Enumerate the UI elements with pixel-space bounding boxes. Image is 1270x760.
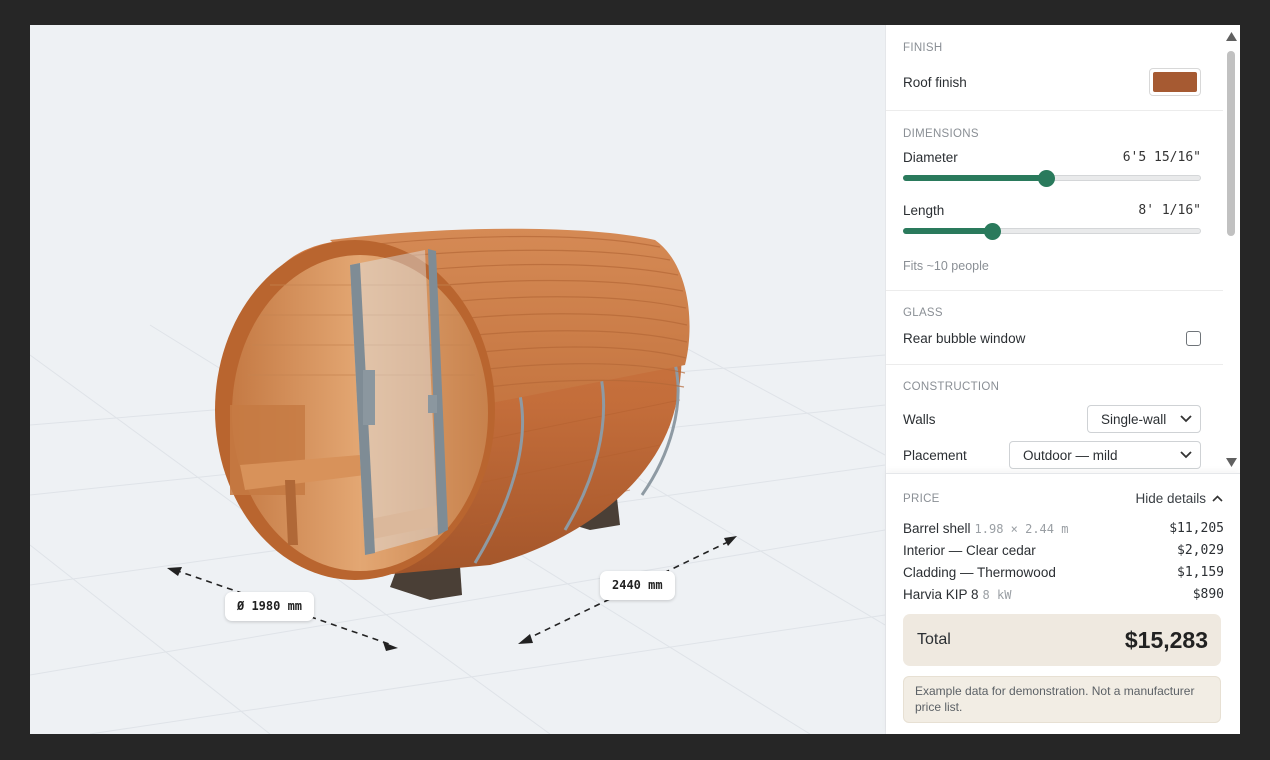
diameter-label: Diameter [903,150,958,165]
length-slider-fill [903,228,993,234]
total-value: $15,283 [1124,626,1208,653]
options-scrollbar[interactable] [1223,25,1240,473]
price-line-item: Interior — Clear cedar $2,029 [886,539,1240,561]
price-line-item: Cladding — Thermowood $1,159 [886,561,1240,583]
hide-details-toggle[interactable]: Hide details [1135,491,1223,506]
price-line-label: Harvia KIP 8 [903,586,979,602]
scrollbar-thumb[interactable] [1227,51,1235,236]
options-panel: FINISH Roof finish DIMENSIONS Diameter 6… [885,25,1240,734]
roof-finish-label: Roof finish [903,74,967,90]
price-summary: PRICE Hide details Barrel shell 1.98 × 2.… [886,473,1240,734]
diameter-slider-thumb[interactable] [1038,170,1056,187]
walls-select-value: Single-wall [1101,411,1167,427]
price-line-amount: $890 [1192,586,1224,602]
scroll-up-arrow-icon[interactable] [1223,30,1240,44]
price-section-title: PRICE [903,492,940,505]
price-line-amount: $11,205 [1169,520,1224,536]
price-line-label: Barrel shell [903,520,971,536]
dimensions-section: DIMENSIONS Diameter 6'5 15/16" Length 8'… [886,111,1223,291]
diameter-dimension-label: Ø 1980 mm [225,592,315,621]
length-value: 8' 1/16" [1138,203,1201,218]
price-line-detail: 1.98 × 2.44 m [974,521,1069,536]
glass-section-title: GLASS [903,307,943,319]
price-line-label: Interior — Clear cedar [903,542,1036,558]
chevron-up-icon [1212,495,1223,502]
length-label: Length [903,203,945,218]
sauna-3d-model[interactable] [30,25,885,734]
construction-section: CONSTRUCTION Walls Single-wall Placement… [886,365,1223,473]
fits-people-hint: Fits ~10 people [903,259,989,273]
sauna-front-face [215,240,495,580]
length-slider-thumb[interactable] [984,223,1002,240]
roof-color-chip [1153,72,1197,92]
total-label: Total [917,631,951,648]
sauna-configurator: Ø 1980 mm 2440 mm FINISH Roof finish DIM… [30,25,1240,734]
rear-window-checkbox[interactable] [1186,331,1201,346]
placement-label: Placement [903,447,967,463]
placement-select-value: Outdoor — mild [1023,447,1118,463]
placement-select[interactable]: Outdoor — mild [1009,441,1201,469]
length-slider[interactable] [903,223,1201,240]
price-line-amount: $2,029 [1177,542,1224,558]
diameter-slider-fill [903,175,1047,181]
options-scroll-area[interactable]: FINISH Roof finish DIMENSIONS Diameter 6… [886,25,1223,473]
demo-data-note: Example data for demonstration. Not a ma… [903,676,1221,723]
finish-section: FINISH Roof finish [886,25,1223,111]
chevron-down-icon [1180,451,1192,459]
dimensions-section-title: DIMENSIONS [903,128,979,140]
walls-select[interactable]: Single-wall [1087,405,1201,433]
walls-label: Walls [903,411,936,427]
3d-viewport[interactable]: Ø 1980 mm 2440 mm [30,25,885,734]
chevron-down-icon [1180,415,1192,423]
price-line-label: Cladding — Thermowood [903,564,1056,580]
finish-section-title: FINISH [903,42,943,54]
price-line-detail: 8 kW [982,587,1012,602]
roof-finish-color-swatch[interactable] [1149,68,1201,96]
length-dimension-label: 2440 mm [600,571,675,600]
rear-window-label: Rear bubble window [903,331,1026,346]
diameter-slider[interactable] [903,170,1201,187]
price-line-item: Harvia KIP 88 kW $890 [886,583,1240,605]
construction-section-title: CONSTRUCTION [903,381,1000,393]
hide-details-label: Hide details [1135,491,1206,506]
total-price-box: Total $15,283 [903,614,1221,666]
price-line-amount: $1,159 [1177,564,1224,580]
price-line-item: Barrel shell 1.98 × 2.44 m $11,205 [886,517,1240,539]
glass-section: GLASS Rear bubble window [886,291,1223,365]
diameter-value: 6'5 15/16" [1122,150,1201,165]
scroll-down-arrow-icon[interactable] [1223,455,1240,469]
